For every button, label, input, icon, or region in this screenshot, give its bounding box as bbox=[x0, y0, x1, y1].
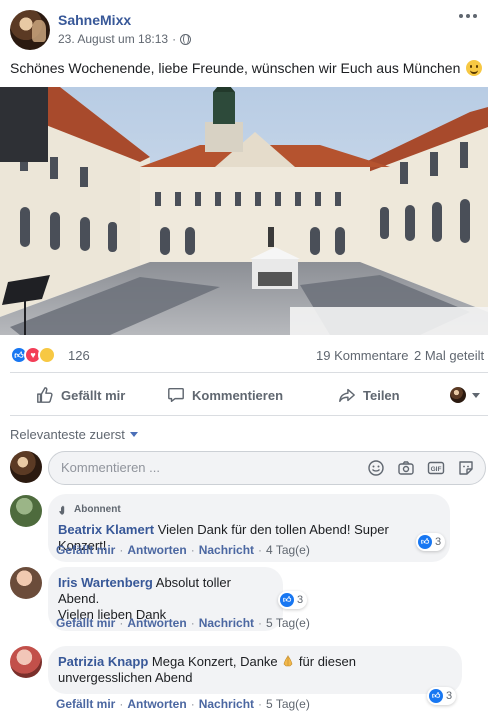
comment-reaction-count: 3 bbox=[446, 690, 453, 702]
comment-message-link[interactable]: Nachricht bbox=[199, 697, 254, 711]
divider bbox=[10, 372, 488, 373]
folded-hands-emoji bbox=[281, 655, 295, 667]
post-photo[interactable] bbox=[0, 87, 488, 335]
comment-like-link[interactable]: Gefällt mir bbox=[56, 697, 115, 711]
reaction-count[interactable]: 126 bbox=[68, 348, 90, 363]
badge-label: Abonnent bbox=[74, 504, 121, 515]
like-reaction-icon: 👍︎ bbox=[429, 689, 443, 703]
share-arrow-icon bbox=[339, 388, 355, 403]
courtyard-photo bbox=[0, 87, 488, 335]
comment-text: für diesen bbox=[298, 654, 356, 669]
post-header: SahneMixx 23. August um 18:13 · bbox=[0, 0, 488, 52]
comment-reply-link[interactable]: Antworten bbox=[127, 697, 186, 711]
emoji-icon[interactable] bbox=[367, 459, 385, 477]
meta-separator: · bbox=[172, 32, 177, 46]
comment-count[interactable]: 19 Kommentare bbox=[316, 348, 409, 363]
reaction-icons[interactable]: 👍︎ ♥ bbox=[10, 346, 56, 364]
comment-text: Mega Konzert, Danke bbox=[151, 654, 278, 669]
hand-icon bbox=[59, 505, 65, 515]
comment-author[interactable]: Iris Wartenberg bbox=[58, 575, 153, 590]
comment-bubble: Patrizia Knapp Mega Konzert, Danke für d… bbox=[48, 646, 462, 694]
post-date[interactable]: 23. August um 18:13 bbox=[58, 32, 168, 46]
post-text: Schönes Wochenende, liebe Freunde, wünsc… bbox=[10, 60, 483, 76]
sort-label: Relevanteste zuerst bbox=[10, 427, 125, 442]
avatar[interactable] bbox=[10, 567, 42, 599]
post-meta: 23. August um 18:13 · bbox=[58, 32, 192, 46]
comment-like-link[interactable]: Gefällt mir bbox=[56, 543, 115, 557]
share-label: Teilen bbox=[363, 387, 400, 403]
svg-text:GIF: GIF bbox=[431, 466, 442, 473]
comment-time[interactable]: 4 Tag(e) bbox=[266, 543, 310, 557]
comment-time[interactable]: 5 Tag(e) bbox=[266, 697, 310, 711]
comment-like-link[interactable]: Gefällt mir bbox=[56, 616, 115, 630]
comment-actions: Gefällt mir · Antworten · Nachricht · 5 Tag(e) bbox=[56, 616, 310, 630]
comment-reply-link[interactable]: Antworten bbox=[127, 543, 186, 557]
comment-actions: Gefällt mir · Antworten · Nachricht · 5 Tag(e) bbox=[56, 697, 310, 711]
share-button[interactable]: Teilen bbox=[338, 378, 400, 412]
comment-reactions[interactable]: 👍︎ 3 bbox=[278, 591, 308, 609]
globe-icon bbox=[180, 33, 192, 45]
sticker-icon[interactable] bbox=[457, 459, 475, 477]
subscriber-badge: Abonnent bbox=[58, 502, 440, 518]
gif-icon[interactable]: GIF bbox=[427, 459, 445, 477]
audience-selector[interactable] bbox=[450, 378, 480, 412]
comment-message-link[interactable]: Nachricht bbox=[199, 616, 254, 630]
comment-reaction-count: 3 bbox=[435, 536, 442, 548]
comment-time[interactable]: 5 Tag(e) bbox=[266, 616, 310, 630]
comment-label: Kommentieren bbox=[192, 387, 284, 403]
comment-author[interactable]: Patrizia Knapp bbox=[58, 654, 148, 669]
wow-reaction-icon bbox=[38, 346, 56, 364]
comment-actions: Gefällt mir · Antworten · Nachricht · 4 Tag(e) bbox=[56, 543, 310, 557]
speech-bubble-icon bbox=[168, 387, 184, 403]
avatar bbox=[450, 387, 466, 403]
comment-text-line2: unvergesslichen Abend bbox=[58, 670, 193, 685]
avatar[interactable] bbox=[10, 495, 42, 527]
caret-down-icon bbox=[472, 392, 480, 398]
comment-button[interactable]: Kommentieren bbox=[167, 378, 283, 412]
comment-reply-link[interactable]: Antworten bbox=[127, 616, 186, 630]
comment-message-link[interactable]: Nachricht bbox=[199, 543, 254, 557]
page-name[interactable]: SahneMixx bbox=[58, 12, 131, 28]
post-stats: 👍︎ ♥ 126 19 Kommentare 2 Mal geteilt bbox=[0, 340, 488, 370]
smile-emoji bbox=[466, 60, 483, 76]
like-reaction-icon: 👍︎ bbox=[418, 535, 432, 549]
avatar[interactable] bbox=[10, 646, 42, 678]
comment-reaction-count: 3 bbox=[297, 594, 304, 606]
more-icon[interactable] bbox=[458, 10, 478, 22]
avatar bbox=[10, 451, 42, 483]
comment-reactions[interactable]: 👍︎ 3 bbox=[427, 687, 457, 705]
divider bbox=[10, 415, 488, 416]
like-reaction-icon: 👍︎ bbox=[280, 593, 294, 607]
like-button[interactable]: Gefällt mir bbox=[36, 378, 125, 412]
thumbs-up-icon bbox=[37, 387, 53, 403]
comment-reactions[interactable]: 👍︎ 3 bbox=[416, 533, 446, 551]
camera-icon[interactable] bbox=[397, 459, 415, 477]
post-text-content: Schönes Wochenende, liebe Freunde, wünsc… bbox=[10, 60, 461, 76]
comment-input[interactable] bbox=[61, 460, 341, 475]
page-avatar[interactable] bbox=[10, 10, 50, 50]
comment-composer[interactable]: GIF bbox=[48, 451, 486, 485]
post-actions: Gefällt mir Kommentieren Teilen bbox=[0, 378, 488, 412]
comment-sort[interactable]: Relevanteste zuerst bbox=[10, 427, 138, 442]
caret-down-icon bbox=[129, 432, 138, 437]
comment-author[interactable]: Beatrix Klamert bbox=[58, 522, 154, 537]
share-count[interactable]: 2 Mal geteilt bbox=[414, 348, 484, 363]
composer-icons: GIF bbox=[367, 459, 475, 477]
like-label: Gefällt mir bbox=[61, 387, 126, 403]
